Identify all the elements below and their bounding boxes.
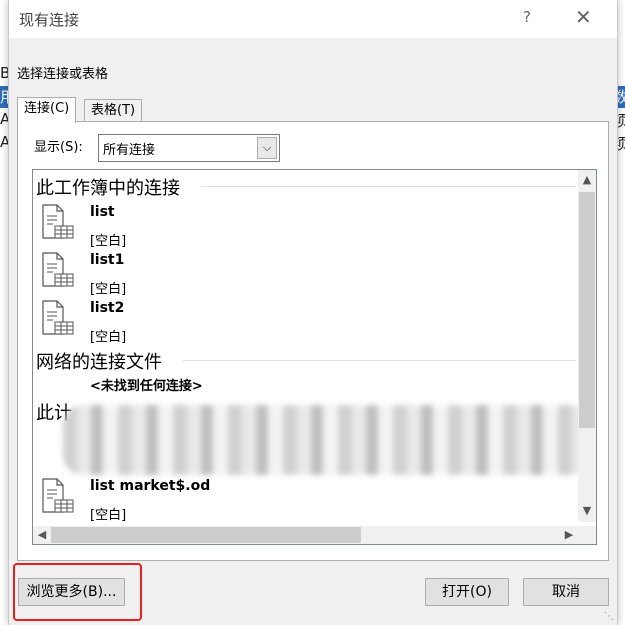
title-bar: 现有连接 ? ✕ xyxy=(9,0,617,38)
tab-panel-connections: 显示(S): 所有连接 ⌵ 此工作簿中的连接 list [空白] list1 [… xyxy=(17,121,609,561)
scroll-right-icon[interactable]: ▶ xyxy=(560,528,578,541)
vertical-scrollbar[interactable]: ▲ ▼ xyxy=(578,170,596,522)
connection-name: list xyxy=(90,204,115,220)
connection-desc: [空白] xyxy=(90,508,127,523)
dialog-subtitle: 选择连接或表格 xyxy=(17,67,109,82)
connection-name: list market$.od xyxy=(90,478,211,494)
cancel-button[interactable]: 取消 xyxy=(523,578,609,606)
scrollbar-corner xyxy=(578,526,596,544)
tab-connections[interactable]: 连接(C) xyxy=(17,97,77,123)
existing-connections-dialog: 现有连接 ? ✕ 选择连接或表格 连接(C) 表格(T) 显示(S): 所有连接… xyxy=(8,0,618,625)
section-header-workbook: 此工作簿中的连接 xyxy=(36,178,180,199)
connection-desc: [空白] xyxy=(90,234,127,249)
connection-file-icon xyxy=(42,252,74,287)
show-dropdown[interactable]: 所有连接 ⌵ xyxy=(98,134,280,162)
divider xyxy=(183,360,576,361)
divider xyxy=(201,186,576,187)
help-button[interactable]: ? xyxy=(523,8,531,26)
scroll-down-icon[interactable]: ▼ xyxy=(578,504,596,517)
redaction-blur xyxy=(63,405,593,475)
connection-file-icon xyxy=(42,478,74,513)
connection-file-icon xyxy=(42,300,74,335)
tab-tables[interactable]: 表格(T) xyxy=(84,99,143,122)
resize-grip-icon[interactable]: ⋱ xyxy=(604,611,614,622)
horizontal-scrollbar[interactable]: ◀ ▶ xyxy=(33,526,578,544)
connection-desc: [空白] xyxy=(90,282,127,297)
scroll-up-icon[interactable]: ▲ xyxy=(578,173,596,186)
section-header-network: 网络的连接文件 xyxy=(36,352,162,373)
scrollbar-thumb[interactable] xyxy=(51,527,361,543)
show-dropdown-value: 所有连接 xyxy=(103,143,156,158)
scroll-left-icon[interactable]: ◀ xyxy=(33,528,51,541)
open-button[interactable]: 打开(O) xyxy=(425,578,509,606)
connection-name: list2 xyxy=(90,300,125,316)
connection-desc: [空白] xyxy=(90,330,127,345)
connection-file-icon xyxy=(42,204,74,239)
chevron-down-icon[interactable]: ⌵ xyxy=(257,137,277,159)
show-label: 显示(S): xyxy=(34,140,83,155)
no-connections-text: <未找到任何连接> xyxy=(90,379,203,394)
dialog-title: 现有连接 xyxy=(19,11,80,29)
scrollbar-thumb[interactable] xyxy=(579,192,595,428)
highlight-annotation xyxy=(13,563,142,621)
connections-list[interactable]: 此工作簿中的连接 list [空白] list1 [空白] list2 [空白]… xyxy=(32,169,597,545)
connection-name: list1 xyxy=(90,252,125,268)
close-button[interactable]: ✕ xyxy=(575,5,592,29)
